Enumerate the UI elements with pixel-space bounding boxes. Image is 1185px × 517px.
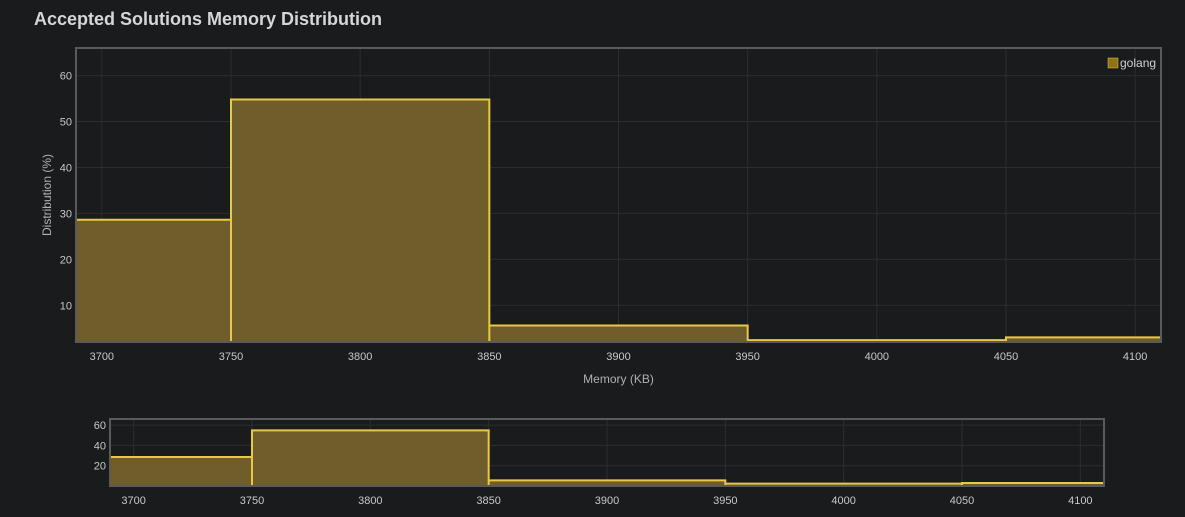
- main-x-tick-label: 3700: [90, 351, 114, 363]
- navigator-x-tick-label: 3800: [358, 495, 382, 507]
- navigator-y-tick-label: 20: [94, 461, 106, 473]
- main-x-tick-label: 4050: [994, 351, 1018, 363]
- main-y-tick-label: 20: [60, 254, 72, 266]
- x-axis-label: Memory (KB): [583, 372, 654, 386]
- main-x-tick-label: 4100: [1123, 351, 1147, 363]
- legend-swatch-golang: [1107, 57, 1119, 69]
- navigator-bar: [252, 430, 489, 486]
- navigator-x-tick-label: 4000: [831, 495, 855, 507]
- navigator-x-tick-labels: 3700 3750 3800 3850 3900 3950 4000 4050 4100: [121, 495, 1092, 507]
- main-y-tick-label: 60: [60, 71, 72, 83]
- main-x-tick-label: 3850: [477, 351, 501, 363]
- main-x-tick-label: 4000: [865, 351, 889, 363]
- main-x-tick-label: 3900: [606, 351, 630, 363]
- main-x-tick-label: 3950: [735, 351, 759, 363]
- main-x-tick-label: 3800: [348, 351, 372, 363]
- main-bar: [231, 99, 490, 342]
- navigator-y-tick-labels: 20 40 60: [94, 420, 106, 473]
- navigator-x-tick-label: 3700: [121, 495, 145, 507]
- main-bar: [489, 325, 748, 342]
- main-y-tick-label: 40: [60, 162, 72, 174]
- main-bar: [76, 219, 231, 342]
- navigator-bar: [110, 456, 252, 486]
- navigator-x-tick-label: 3850: [476, 495, 500, 507]
- y-axis-label: Distribution (%): [40, 154, 54, 236]
- main-plot: 102030405060 3700 3750 3800 3850 3900 3950 400…: [40, 47, 1162, 386]
- navigator-x-tick-label: 4050: [950, 495, 974, 507]
- main-x-tick-label: 3750: [219, 351, 243, 363]
- navigator-x-tick-label: 3900: [595, 495, 619, 507]
- legend[interactable]: golang: [1107, 56, 1156, 70]
- chart-svg: 102030405060 3700 3750 3800 3850 3900 3950 400…: [40, 47, 1162, 507]
- navigator-x-tick-label: 3750: [240, 495, 264, 507]
- main-y-tick-label: 30: [60, 208, 72, 220]
- legend-label-golang: golang: [1120, 56, 1156, 70]
- main-y-tick-label: 50: [60, 117, 72, 129]
- navigator-y-tick-label: 60: [94, 420, 106, 432]
- main-y-tick-label: 10: [60, 300, 72, 312]
- y-tick-labels: 10 20 30 40 50 60: [60, 71, 72, 313]
- navigator-y-tick-label: 40: [94, 440, 106, 452]
- navigator-plot[interactable]: 20 40 60 3700 3750 3800 3850 3900 3950 4000 4050 4…: [94, 418, 1105, 507]
- x-tick-labels: 3700 3750 3800 3850 3900 3950 4000 4050 4100: [90, 351, 1148, 363]
- navigator-x-tick-label: 4100: [1068, 495, 1092, 507]
- navigator-x-tick-label: 3950: [713, 495, 737, 507]
